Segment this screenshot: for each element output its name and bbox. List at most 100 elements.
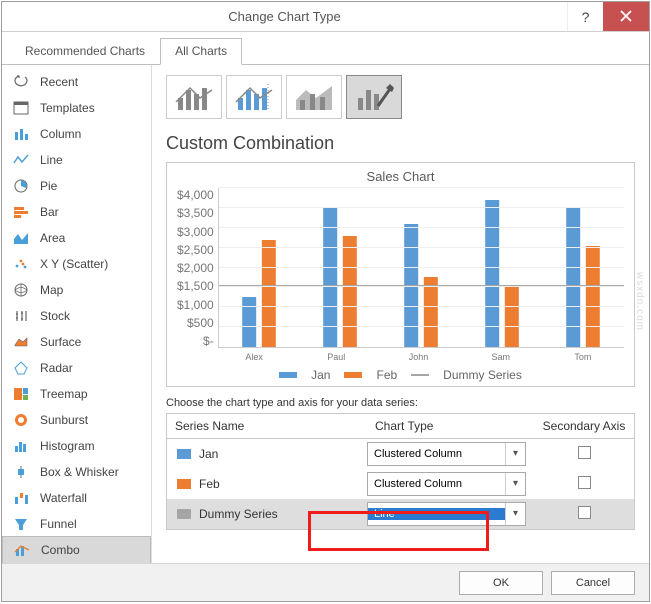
sidebar-item-scatter[interactable]: X Y (Scatter) [2,251,151,277]
line-icon [12,152,30,168]
sunburst-icon [12,412,30,428]
sidebar-item-label: Radar [40,361,73,375]
series-swatch [177,449,191,459]
series-row-dummy[interactable]: Dummy Series Line▾ [167,499,634,529]
sidebar-item-bar[interactable]: Bar [2,199,151,225]
legend-swatch-jan [279,372,297,378]
sidebar-item-label: Combo [41,543,80,557]
waterfall-icon [12,490,30,506]
sidebar-item-recent[interactable]: Recent [2,69,151,95]
chart-type-dropdown-dummy[interactable]: Line▾ [367,502,526,526]
sidebar-item-templates[interactable]: Templates [2,95,151,121]
header-chart-type: Chart Type [367,414,534,438]
treemap-icon [12,386,30,402]
combo-icon [13,542,31,558]
chart-type-dropdown-jan[interactable]: Clustered Column▾ [367,442,526,466]
subtype-stacked-area-column[interactable] [286,75,342,119]
y-axis: $4,000$3,500$3,000$2,500$2,000$1,500$1,0… [177,188,218,348]
map-icon [12,282,30,298]
sidebar-item-pie[interactable]: Pie [2,173,151,199]
close-button[interactable] [603,2,649,31]
sidebar-item-label: Line [40,153,63,167]
series-instruction: Choose the chart type and axis for your … [166,397,635,409]
ok-button[interactable]: OK [459,571,543,595]
tab-recommended[interactable]: Recommended Charts [10,38,160,64]
x-axis: AlexPaulJohnSamTom [213,348,624,362]
funnel-icon [12,516,30,532]
surface-icon [12,334,30,350]
sidebar-item-label: X Y (Scatter) [40,257,108,271]
subtype-custom[interactable] [346,75,402,119]
tab-all-charts[interactable]: All Charts [160,38,242,65]
sidebar-item-radar[interactable]: Radar [2,355,151,381]
plot-area [218,188,624,348]
secondary-axis-checkbox-dummy[interactable] [578,506,591,519]
sidebar-item-label: Box & Whisker [40,465,119,479]
series-swatch [177,509,191,519]
series-row-jan[interactable]: Jan Clustered Column▾ [167,439,634,469]
sidebar-item-label: Funnel [40,517,77,531]
sidebar-item-label: Bar [40,205,59,219]
sidebar-item-funnel[interactable]: Funnel [2,511,151,537]
sidebar-item-line[interactable]: Line [2,147,151,173]
dialog-footer: OK Cancel [2,563,649,601]
cancel-button[interactable]: Cancel [551,571,635,595]
sidebar-item-label: Stock [40,309,70,323]
area-icon [12,230,30,246]
sidebar-item-combo[interactable]: Combo [2,536,151,564]
scatter-icon [12,256,30,272]
series-row-feb[interactable]: Feb Clustered Column▾ [167,469,634,499]
tabstrip: Recommended Charts All Charts [2,32,649,65]
sidebar-item-waterfall[interactable]: Waterfall [2,485,151,511]
sidebar-item-boxwhisker[interactable]: Box & Whisker [2,459,151,485]
close-icon [619,9,633,23]
legend: Jan Feb Dummy Series [177,368,624,382]
combo-heading: Custom Combination [166,133,635,154]
sidebar-item-label: Histogram [40,439,95,453]
legend-swatch-dummy [411,374,429,376]
sidebar-item-label: Sunburst [40,413,88,427]
titlebar: Change Chart Type ? [2,2,649,32]
sidebar-item-label: Recent [40,75,78,89]
sidebar-item-area[interactable]: Area [2,225,151,251]
sidebar-item-sunburst[interactable]: Sunburst [2,407,151,433]
sidebar-item-label: Waterfall [40,491,87,505]
stock-icon [12,308,30,324]
sidebar-item-treemap[interactable]: Treemap [2,381,151,407]
bar-icon [12,204,30,220]
sidebar-item-label: Pie [40,179,57,193]
sidebar-item-label: Treemap [40,387,88,401]
sidebar-item-map[interactable]: Map [2,277,151,303]
boxwhisker-icon [12,464,30,480]
header-secondary-axis: Secondary Axis [534,414,634,438]
sidebar-item-histogram[interactable]: Histogram [2,433,151,459]
templates-icon [12,100,30,116]
radar-icon [12,360,30,376]
subtype-clustered-line-secondary[interactable] [226,75,282,119]
sidebar-item-label: Column [40,127,81,141]
pie-icon [12,178,30,194]
sidebar-item-stock[interactable]: Stock [2,303,151,329]
chevron-down-icon: ▾ [505,503,525,525]
series-table: Series Name Chart Type Secondary Axis Ja… [166,413,635,530]
recent-icon [12,74,30,90]
window-title: Change Chart Type [2,9,567,24]
combo-subtypes [166,75,635,119]
chart-preview[interactable]: Sales Chart $4,000$3,500$3,000$2,500$2,0… [166,162,635,387]
sidebar-item-label: Map [40,283,63,297]
chevron-down-icon: ▾ [505,473,525,495]
series-swatch [177,479,191,489]
chart-type-dropdown-feb[interactable]: Clustered Column▾ [367,472,526,496]
secondary-axis-checkbox-feb[interactable] [578,476,591,489]
help-button[interactable]: ? [567,2,603,31]
subtype-clustered-line[interactable] [166,75,222,119]
sidebar-item-surface[interactable]: Surface [2,329,151,355]
chevron-down-icon: ▾ [505,443,525,465]
sidebar-item-label: Surface [40,335,81,349]
sidebar: Recent Templates Column Line Pie Bar Are… [2,65,152,563]
sidebar-item-column[interactable]: Column [2,121,151,147]
sidebar-item-label: Templates [40,101,95,115]
secondary-axis-checkbox-jan[interactable] [578,446,591,459]
column-icon [12,126,30,142]
legend-swatch-feb [344,372,362,378]
